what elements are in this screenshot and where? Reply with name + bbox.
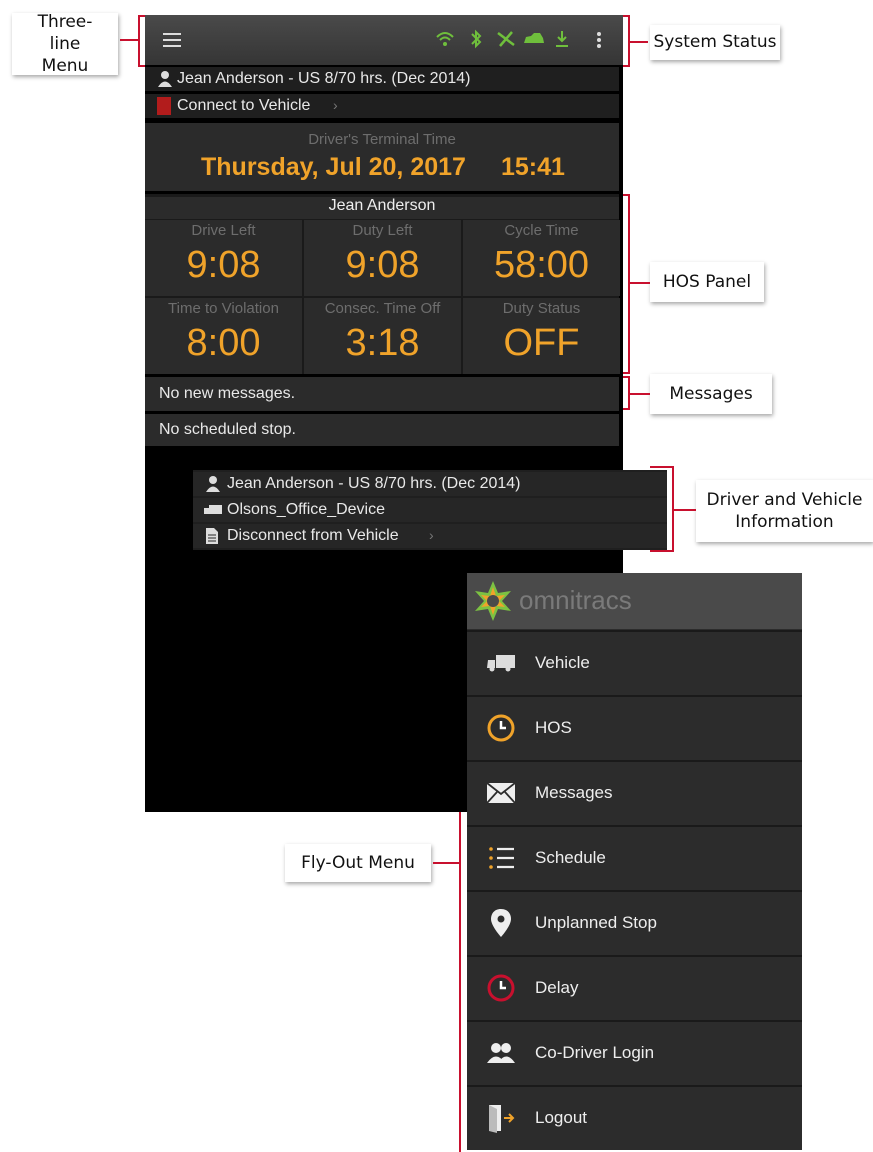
chevron-right-icon: › <box>429 527 434 543</box>
hos-duty-status: Duty Status OFF <box>463 298 620 374</box>
download-icon <box>556 31 568 47</box>
hos-label: Time to Violation <box>168 300 279 317</box>
info-device-row: Olsons_Office_Device <box>193 498 667 522</box>
hos-cycle-time: Cycle Time 58:00 <box>463 220 620 296</box>
hos-label: Duty Status <box>502 300 581 317</box>
hos-time-to-violation: Time to Violation 8:00 <box>145 298 302 374</box>
vehicle-status-icon <box>524 33 544 43</box>
messages-text: No new messages. <box>159 385 296 402</box>
hos-value: 58:00 <box>493 244 590 286</box>
callout-three-line-menu: Three-line Menu <box>12 12 118 76</box>
menu-item-delay[interactable]: Delay <box>467 955 802 1019</box>
three-line-menu-button[interactable] <box>163 33 181 47</box>
menu-item-label: Logout <box>535 1108 587 1127</box>
bluetooth-icon <box>471 29 482 49</box>
hos-label: Consec. Time Off <box>324 300 441 317</box>
hos-drive-left: Drive Left 9:08 <box>145 220 302 296</box>
top-app-bar <box>145 15 623 65</box>
chevron-right-icon: › <box>333 97 338 113</box>
overflow-menu-button[interactable] <box>597 32 601 48</box>
flyout-header: omnitracs <box>467 573 802 629</box>
hos-value: OFF <box>503 322 580 364</box>
omnitracs-logo-icon <box>475 581 511 621</box>
callout-messages: Messages <box>650 374 772 414</box>
truck-icon <box>204 505 222 514</box>
terminal-time-heading: Driver's Terminal Time <box>308 131 456 148</box>
person-icon <box>206 476 220 492</box>
hos-label: Duty Left <box>352 222 413 239</box>
menu-item-schedule[interactable]: Schedule <box>467 825 802 889</box>
document-icon <box>206 528 218 544</box>
hos-driver-name: Jean Anderson <box>145 197 619 219</box>
map-pin-icon <box>491 909 511 937</box>
hos-label: Drive Left <box>191 222 256 239</box>
hos-duty-left: Duty Left 9:08 <box>304 220 461 296</box>
menu-item-co-driver-login[interactable]: Co-Driver Login <box>467 1020 802 1084</box>
wifi-icon <box>436 32 454 46</box>
scheduled-stop-text: No scheduled stop. <box>159 421 296 438</box>
document-icon <box>157 97 171 115</box>
terminal-date: Thursday, Jul 20, 2017 <box>201 153 466 181</box>
callout-fly-out-menu: Fly-Out Menu <box>285 844 431 882</box>
menu-item-vehicle[interactable]: Vehicle <box>467 630 802 694</box>
callout-system-status: System Status <box>650 25 780 60</box>
menu-item-hos[interactable]: HOS <box>467 695 802 759</box>
person-icon <box>158 71 172 87</box>
callout-driver-vehicle: Driver and Vehicle Information <box>696 480 873 542</box>
menu-item-label: Unplanned Stop <box>535 913 657 932</box>
menu-item-unplanned-stop[interactable]: Unplanned Stop <box>467 890 802 954</box>
fly-out-menu: omnitracs Vehicle HOS Messages Schedule <box>467 573 802 1150</box>
hos-consec-time-off: Consec. Time Off 3:18 <box>304 298 461 374</box>
clock-icon <box>487 714 515 742</box>
numbered-list-icon <box>489 847 514 869</box>
disconnect-from-vehicle-row[interactable]: Disconnect from Vehicle › <box>193 524 667 548</box>
door-exit-icon <box>489 1105 515 1133</box>
info-driver-row: Jean Anderson - US 8/70 hrs. (Dec 2014) <box>193 472 667 496</box>
callout-hos-panel: HOS Panel <box>650 262 764 302</box>
menu-item-logout[interactable]: Logout <box>467 1085 802 1149</box>
info-driver-line: Jean Anderson - US 8/70 hrs. (Dec 2014) <box>227 475 521 492</box>
menu-item-label: Schedule <box>535 848 606 867</box>
driver-vehicle-info: Jean Anderson - US 8/70 hrs. (Dec 2014) … <box>193 470 667 550</box>
messages-row[interactable]: No new messages. <box>145 377 619 411</box>
driver-row: Jean Anderson - US 8/70 hrs. (Dec 2014) <box>145 67 619 91</box>
menu-item-label: HOS <box>535 718 572 737</box>
terminal-time: 15:41 <box>501 153 565 181</box>
menu-item-label: Vehicle <box>535 653 590 672</box>
menu-item-label: Messages <box>535 783 613 802</box>
hos-label: Cycle Time <box>504 222 579 239</box>
terminal-time-panel: Driver's Terminal Time Thursday, Jul 20,… <box>145 123 619 191</box>
brand-name: omnitracs <box>519 585 632 615</box>
connect-to-vehicle-row[interactable]: Connect to Vehicle › <box>145 94 619 118</box>
hos-panel[interactable]: Jean Anderson Drive Left 9:08 Duty Left … <box>145 194 620 374</box>
satellite-icon <box>497 31 515 47</box>
scheduled-stop-row[interactable]: No scheduled stop. <box>145 414 619 446</box>
disconnect-from-vehicle-label: Disconnect from Vehicle <box>227 527 399 544</box>
users-icon <box>487 1043 515 1063</box>
hos-value: 8:00 <box>186 322 261 364</box>
hos-value: 3:18 <box>345 322 420 364</box>
menu-item-label: Co-Driver Login <box>535 1043 655 1062</box>
info-device-name: Olsons_Office_Device <box>227 501 385 518</box>
menu-item-messages[interactable]: Messages <box>467 760 802 824</box>
driver-line: Jean Anderson - US 8/70 hrs. (Dec 2014) <box>177 70 471 87</box>
truck-icon <box>487 655 515 672</box>
hos-value: 9:08 <box>345 244 420 286</box>
envelope-icon <box>486 782 516 804</box>
menu-item-label: Delay <box>535 978 579 997</box>
hos-value: 9:08 <box>186 244 261 286</box>
red-clock-icon <box>487 974 515 1002</box>
connect-to-vehicle-label: Connect to Vehicle <box>177 97 311 114</box>
